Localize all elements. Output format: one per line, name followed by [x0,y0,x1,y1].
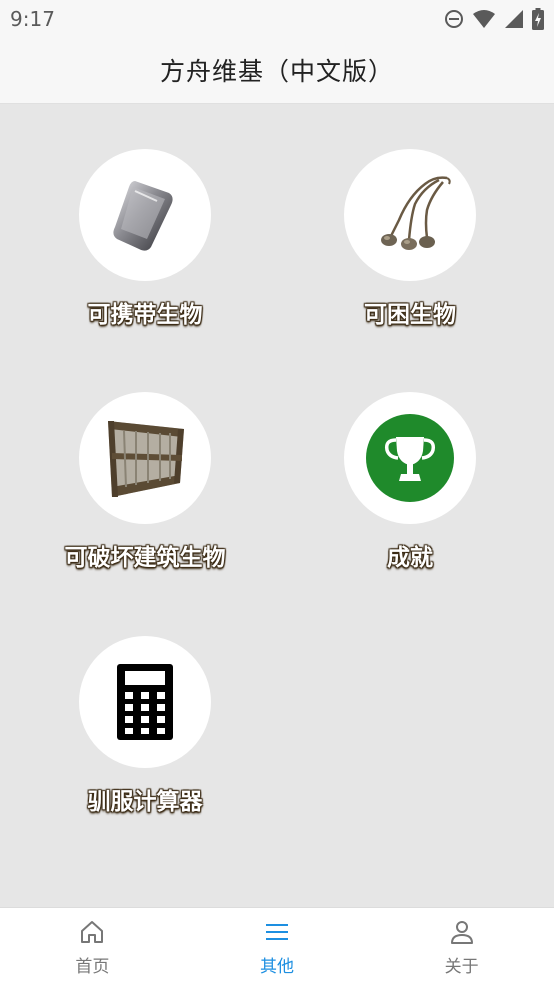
menu-item-structure-breaking-creatures[interactable]: 可破坏建筑生物 [45,348,245,571]
menu-item-label: 可携带生物 [87,302,203,328]
menu-item-icon-circle [79,392,211,524]
status-icons [444,8,544,30]
home-icon [81,921,104,943]
do-not-disturb-icon [445,10,463,28]
status-time: 9:17 [10,7,55,31]
page-title: 方舟维基（中文版） [159,56,394,86]
status-bar: 9:17 [0,0,554,36]
menu-item-achievements[interactable]: 成就 [310,348,510,571]
calculator-icon [117,664,173,740]
menu-item-trappable-creatures[interactable]: 可困生物 [310,105,510,328]
menu-grid: 可携带生物 可困生物 可破坏建筑生物 成就 驯服计算器 [0,105,554,907]
menu-item-label: 成就 [387,545,433,571]
user-icon [450,921,473,944]
menu-item-taming-calculator[interactable]: 驯服计算器 [45,592,245,815]
menu-item-label: 驯服计算器 [87,789,203,815]
battery-charging-icon [532,8,544,30]
tab-label: 首页 [75,957,110,977]
tab-other[interactable]: 其他 [185,908,370,985]
wooden-wall-icon [108,421,184,497]
menu-item-icon-circle [79,636,211,768]
app-header: 方舟维基（中文版） [0,36,554,104]
signal-icon [505,10,523,28]
menu-item-portable-creatures[interactable]: 可携带生物 [45,105,245,328]
menu-item-label: 可困生物 [364,302,456,328]
menu-item-label: 可破坏建筑生物 [64,545,226,571]
wifi-icon [473,10,495,28]
metal-ingot-icon [113,181,173,251]
menu-item-icon-circle [344,149,476,281]
menu-icon [266,924,288,940]
menu-item-icon-circle [79,149,211,281]
bottom-tab-bar: 首页 其他 关于 [0,907,554,985]
tab-label: 其他 [260,957,294,977]
bola-icon [381,176,451,250]
tab-about[interactable]: 关于 [369,908,554,985]
tab-home[interactable]: 首页 [0,908,185,985]
tab-label: 关于 [444,957,479,977]
menu-item-icon-circle [344,392,476,524]
trophy-icon [366,414,454,502]
